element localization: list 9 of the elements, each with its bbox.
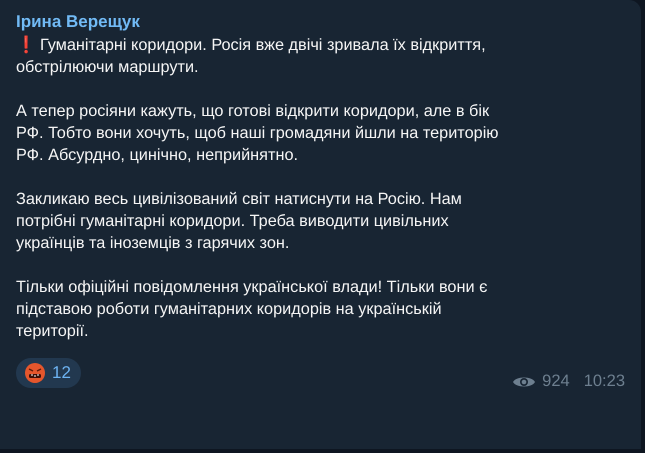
message-paragraph: Закликаю весь цивілізований світ натиснути на Росію. Нам потрібні гуманітарні коридори. Треба виводити цивільних українців та іноземців з гарячих зон. — [16, 189, 463, 254]
message-paragraph: Тільки офіційні повідомлення української влади! Тільки вони є підставою роботи гуманітарних коридорів на українській території. — [16, 277, 488, 342]
reaction-button[interactable]: 12 — [16, 358, 81, 388]
view-count: 924 — [542, 372, 570, 391]
author-name[interactable]: Ірина Верещук — [16, 10, 625, 34]
message-time: 10:23 — [584, 372, 625, 391]
angry-face-icon — [24, 362, 46, 384]
message-paragraph: ❗ Гуманітарні коридори. Росія вже двічі зривала їх відкриття, обстрілюючи маршрути. — [16, 34, 487, 78]
message-paragraph: А тепер росіяни кажуть, що готові відкрити коридори, але в бік РФ. Тобто вони хочуть, щоб наші громадяни йшли на територію РФ. Абсурдно, цинічно, неприйнятно. — [16, 101, 500, 166]
